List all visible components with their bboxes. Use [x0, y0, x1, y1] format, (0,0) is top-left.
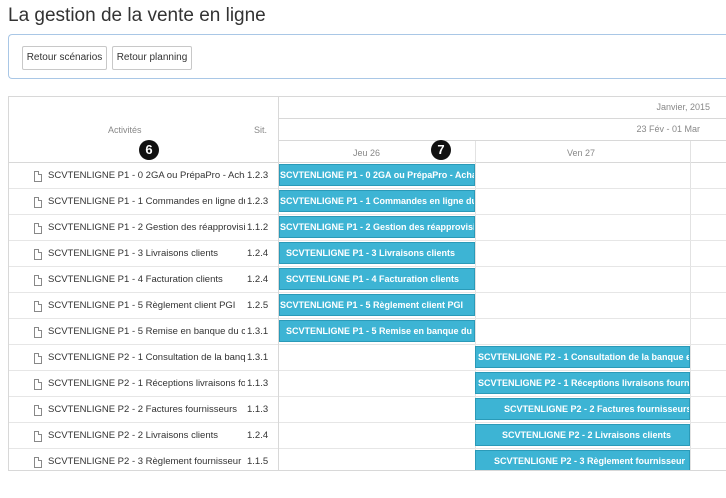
day-label: Jeu 26	[353, 148, 381, 158]
table-row[interactable]: SCVTENLIGNE P2 - 1 Réceptions livraisons…	[9, 371, 278, 397]
annotation-marker-6: 6	[139, 140, 159, 160]
timeline-row: SCVTENLIGNE P1 - 5 Règlement client PGI	[279, 293, 726, 319]
activity-sit: 1.2.5	[247, 300, 269, 311]
activity-sit: 1.2.3	[247, 196, 269, 207]
document-icon	[34, 171, 42, 182]
activity-name: SCVTENLIGNE P1 - 0 2GA ou PrépaPro - Ach…	[48, 170, 245, 181]
column-header-activities[interactable]: Activités	[108, 125, 142, 135]
task-bar[interactable]: SCVTENLIGNE P1 - 5 Règlement client PGI	[279, 294, 475, 316]
week-label: 23 Fév - 01 Mar	[636, 124, 700, 134]
task-bar[interactable]: SCVTENLIGNE P1 - 4 Facturation clients	[279, 268, 475, 290]
timeline-row: SCVTENLIGNE P2 - 1 Consultation de la ba…	[279, 345, 726, 371]
activity-name: SCVTENLIGNE P2 - 1 Consultation de la ba…	[48, 352, 245, 363]
timeline-row: SCVTENLIGNE P2 - 1 Réceptions livraisons…	[279, 371, 726, 397]
toolbar: Retour scénarios Retour planning	[8, 34, 726, 79]
timeline-row: SCVTENLIGNE P2 - 2 Livraisons clients	[279, 423, 726, 449]
document-icon	[34, 405, 42, 416]
document-icon	[34, 249, 42, 260]
activity-sit: 1.3.1	[247, 326, 269, 337]
activity-name: SCVTENLIGNE P1 - 4 Facturation clients	[48, 274, 223, 285]
task-bar[interactable]: SCVTENLIGNE P2 - 2 Livraisons clients	[475, 424, 690, 446]
table-row[interactable]: SCVTENLIGNE P1 - 5 Remise en banque du c…	[9, 319, 278, 345]
activity-sit: 1.2.4	[247, 430, 269, 441]
activity-sit: 1.1.3	[247, 378, 269, 389]
table-row[interactable]: SCVTENLIGNE P2 - 2 Livraisons clients 1.2…	[9, 423, 278, 449]
gantt-chart: Activités Sit. 6 SCVTENLIGNE P1 - 0 2GA …	[8, 96, 726, 471]
document-icon	[34, 431, 42, 442]
timeline-row: SCVTENLIGNE P1 - 5 Remise en banque du c…	[279, 319, 726, 345]
task-bar[interactable]: SCVTENLIGNE P2 - 1 Consultation de la ba…	[475, 346, 690, 368]
task-bar[interactable]: SCVTENLIGNE P1 - 0 2GA ou PrépaPro - Ach…	[279, 164, 475, 186]
task-bar[interactable]: SCVTENLIGNE P1 - 2 Gestion des réapprovi…	[279, 216, 475, 238]
annotation-marker-7: 7	[431, 140, 451, 160]
document-icon	[34, 327, 42, 338]
activity-name: SCVTENLIGNE P1 - 2 Gestion des réapprovi…	[48, 222, 245, 233]
activity-name: SCVTENLIGNE P1 - 5 Remise en banque du c…	[48, 326, 245, 337]
timeline-row: SCVTENLIGNE P2 - 3 Règlement fournisseur	[279, 449, 726, 470]
activity-sit: 1.2.4	[247, 248, 269, 259]
timeline-pane: Janvier, 2015 23 Fév - 01 Mar Jeu 26 Ven…	[279, 97, 726, 470]
timeline-row: SCVTENLIGNE P1 - 3 Livraisons clients	[279, 241, 726, 267]
activity-name: SCVTENLIGNE P1 - 1 Commandes en ligne du…	[48, 196, 245, 207]
table-row[interactable]: SCVTENLIGNE P2 - 3 Règlement fournisseur…	[9, 449, 278, 470]
scale-days: Jeu 26 Ven 27	[279, 141, 726, 163]
document-icon	[34, 353, 42, 364]
timeline-row: SCVTENLIGNE P1 - 1 Commandes en ligne du…	[279, 189, 726, 215]
document-icon	[34, 197, 42, 208]
table-row[interactable]: SCVTENLIGNE P1 - 4 Facturation clients 1.…	[9, 267, 278, 293]
document-icon	[34, 223, 42, 234]
back-planning-button[interactable]: Retour planning	[112, 46, 192, 70]
table-row[interactable]: SCVTENLIGNE P1 - 1 Commandes en ligne du…	[9, 189, 278, 215]
activity-sit: 1.3.1	[247, 352, 269, 363]
activity-name: SCVTENLIGNE P2 - 1 Réceptions livraisons…	[48, 378, 245, 389]
column-header-sit[interactable]: Sit.	[254, 125, 267, 135]
grid-header: Activités Sit. 6	[9, 97, 278, 163]
task-bar[interactable]: SCVTENLIGNE P1 - 5 Remise en banque du c…	[279, 320, 475, 342]
activity-sit: 1.1.5	[247, 456, 269, 467]
task-bar[interactable]: SCVTENLIGNE P2 - 2 Factures fournisseurs	[475, 398, 690, 420]
document-icon	[34, 379, 42, 390]
table-row[interactable]: SCVTENLIGNE P1 - 0 2GA ou PrépaPro - Ach…	[9, 163, 278, 189]
activity-sit: 1.1.2	[247, 222, 269, 233]
scale-month: Janvier, 2015	[279, 97, 726, 119]
document-icon	[34, 301, 42, 312]
task-bar[interactable]: SCVTENLIGNE P2 - 3 Règlement fournisseur	[475, 450, 690, 470]
document-icon	[34, 275, 42, 286]
table-row[interactable]: SCVTENLIGNE P1 - 3 Livraisons clients 1.2…	[9, 241, 278, 267]
activity-name: SCVTENLIGNE P2 - 3 Règlement fournisseur	[48, 456, 242, 467]
activity-name: SCVTENLIGNE P2 - 2 Livraisons clients	[48, 430, 219, 441]
day-label: Ven 27	[567, 148, 596, 158]
activity-sit: 1.2.4	[247, 274, 269, 285]
back-scenarios-button[interactable]: Retour scénarios	[22, 46, 107, 70]
task-bar[interactable]: SCVTENLIGNE P1 - 1 Commandes en ligne du…	[279, 190, 475, 212]
timeline-row: SCVTENLIGNE P1 - 0 2GA ou PrépaPro - Ach…	[279, 163, 726, 189]
scale-week: 23 Fév - 01 Mar	[279, 119, 726, 141]
activity-name: SCVTENLIGNE P1 - 3 Livraisons clients	[48, 248, 219, 259]
task-bar[interactable]: SCVTENLIGNE P1 - 3 Livraisons clients	[279, 242, 475, 264]
page-title: La gestion de la vente en ligne	[8, 5, 266, 26]
task-bar[interactable]: SCVTENLIGNE P2 - 1 Réceptions livraisons…	[475, 372, 690, 394]
activity-sit: 1.2.3	[247, 170, 269, 181]
timeline-row: SCVTENLIGNE P1 - 2 Gestion des réapprovi…	[279, 215, 726, 241]
timeline-row: SCVTENLIGNE P1 - 4 Facturation clients	[279, 267, 726, 293]
activity-name: SCVTENLIGNE P1 - 5 Règlement client PGI	[48, 300, 236, 311]
activity-grid: Activités Sit. 6 SCVTENLIGNE P1 - 0 2GA …	[9, 97, 279, 470]
activity-sit: 1.1.3	[247, 404, 269, 415]
table-row[interactable]: SCVTENLIGNE P2 - 2 Factures fournisseurs…	[9, 397, 278, 423]
table-row[interactable]: SCVTENLIGNE P1 - 5 Règlement client PGI 1…	[9, 293, 278, 319]
document-icon	[34, 457, 42, 468]
table-row[interactable]: SCVTENLIGNE P1 - 2 Gestion des réapprovi…	[9, 215, 278, 241]
timeline-row: SCVTENLIGNE P2 - 2 Factures fournisseurs	[279, 397, 726, 423]
activity-name: SCVTENLIGNE P2 - 2 Factures fournisseurs	[48, 404, 238, 415]
month-label: Janvier, 2015	[656, 102, 710, 112]
table-row[interactable]: SCVTENLIGNE P2 - 1 Consultation de la ba…	[9, 345, 278, 371]
